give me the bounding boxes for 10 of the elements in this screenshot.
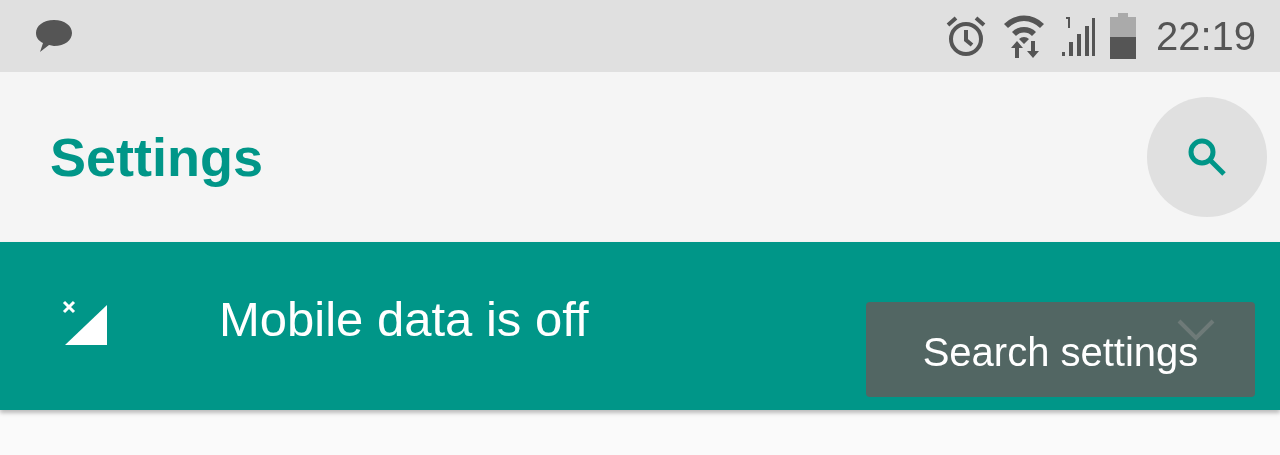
status-banner[interactable]: Mobile data is off Search settings (0, 242, 1280, 410)
banner-text: Mobile data is off (219, 291, 589, 347)
message-icon (34, 18, 74, 54)
no-mobile-data-icon (62, 300, 108, 346)
battery-icon (1109, 13, 1136, 59)
clock-time: 22:19 (1155, 13, 1256, 59)
signal-icon (1059, 14, 1096, 58)
page-title: Settings (50, 126, 264, 188)
tooltip: Search settings (866, 302, 1255, 397)
search-icon (1187, 137, 1227, 177)
